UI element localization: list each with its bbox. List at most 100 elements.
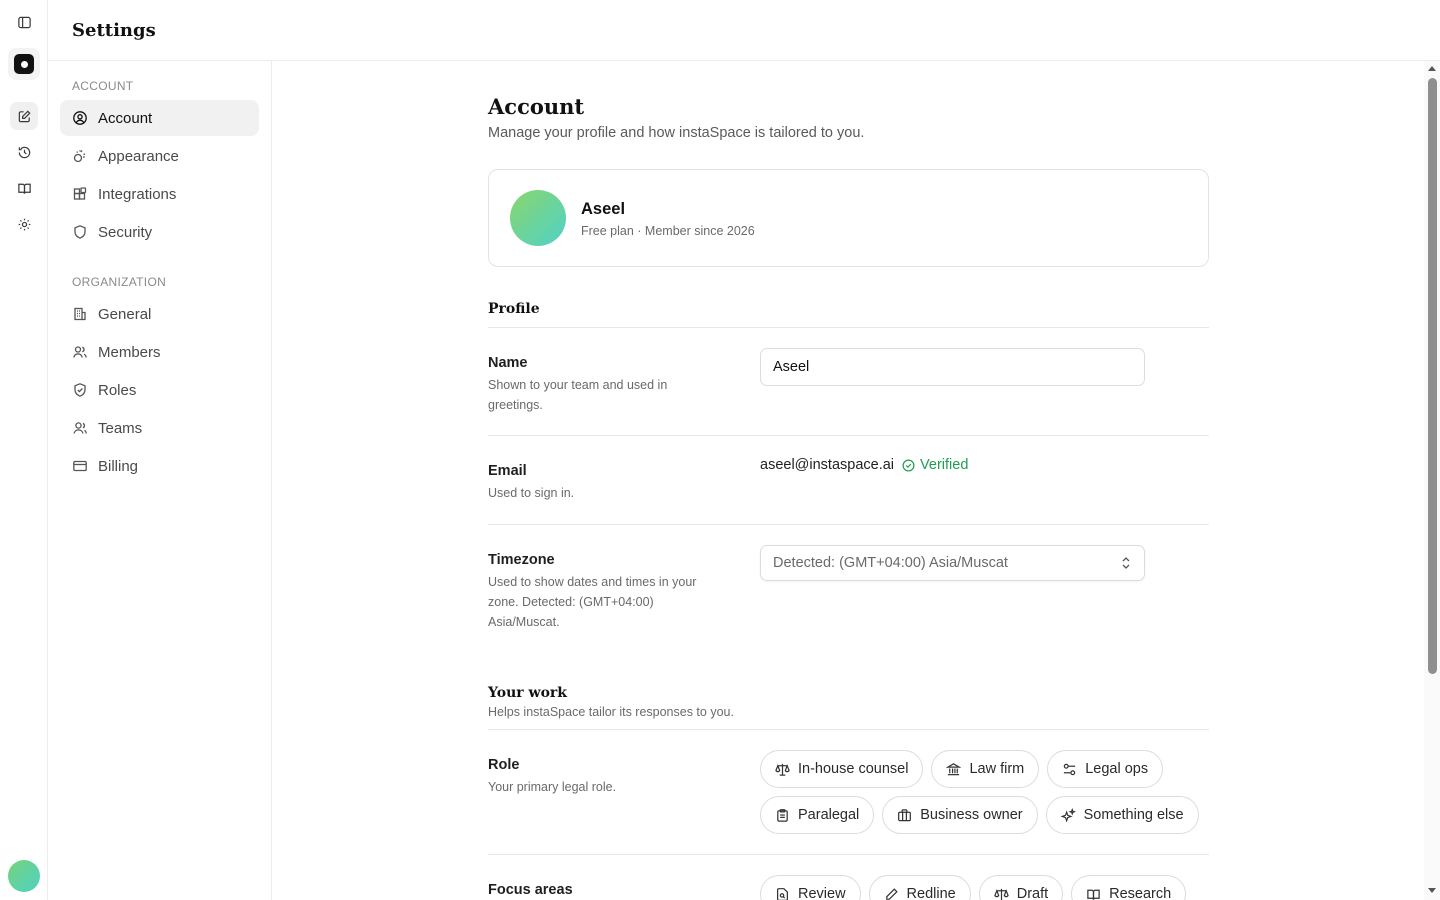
- sidebar-item-security[interactable]: Security: [60, 214, 259, 250]
- pencil-icon: [885, 887, 898, 900]
- settings-gear-icon[interactable]: [10, 210, 38, 238]
- user-avatar[interactable]: [8, 860, 40, 892]
- sidebar-item-label: Roles: [98, 381, 137, 399]
- sidebar-item-label: Teams: [98, 419, 143, 437]
- sidebar-item-teams[interactable]: Teams: [60, 410, 259, 446]
- page-header-title: Settings: [72, 19, 156, 41]
- sidebar-item-label: Security: [98, 223, 153, 241]
- focus-options: Review Redline Draft Research: [760, 875, 1210, 900]
- email-value-row: aseel@instaspace.ai Verified: [760, 457, 968, 473]
- focus-areas-label: Focus areas: [488, 882, 573, 898]
- divider: [488, 327, 1209, 328]
- sidebar-item-label: Members: [98, 343, 161, 361]
- chevron-up-down-icon: [1122, 557, 1130, 569]
- sidebar-item-billing[interactable]: Billing: [60, 448, 259, 484]
- sidebar-item-label: Billing: [98, 457, 139, 475]
- role-option-paralegal[interactable]: Paralegal: [760, 796, 875, 834]
- role-options: In-house counsel Law firm Legal ops Para…: [760, 750, 1210, 834]
- page-title: Account: [488, 94, 585, 119]
- library-book-icon[interactable]: [10, 174, 38, 202]
- name-label: Name: [488, 355, 528, 371]
- timezone-label: Timezone: [488, 552, 555, 568]
- chip-label: In-house counsel: [798, 761, 909, 777]
- focus-option-review[interactable]: Review: [760, 875, 861, 900]
- sidebar-item-general[interactable]: General: [60, 296, 259, 332]
- palette-icon: [73, 150, 86, 163]
- sidebar-item-members[interactable]: Members: [60, 334, 259, 370]
- role-option-in-house-counsel[interactable]: In-house counsel: [760, 750, 924, 788]
- chip-label: Research: [1109, 886, 1172, 900]
- chip-label: Business owner: [920, 807, 1023, 823]
- focus-option-redline[interactable]: Redline: [868, 875, 971, 900]
- settings-sidebar: ACCOUNT Account Appearance Integrations …: [48, 61, 272, 900]
- role-label: Role: [488, 757, 520, 773]
- sidebar-item-account[interactable]: Account: [60, 100, 259, 136]
- scroll-down-arrow-icon[interactable]: [1428, 888, 1436, 893]
- timezone-selected-value: Detected: (GMT+04:00) Asia/Muscat: [773, 555, 1008, 571]
- sidebar-item-label: Integrations: [98, 185, 177, 203]
- sidebar-item-roles[interactable]: Roles: [60, 372, 259, 408]
- role-option-business-owner[interactable]: Business owner: [882, 796, 1038, 834]
- clipboard-icon: [777, 808, 788, 822]
- email-label: Email: [488, 463, 527, 479]
- divider: [488, 854, 1209, 855]
- sidebar-section-organization: ORGANIZATION: [72, 275, 167, 289]
- toggle-sidebar-icon[interactable]: [10, 8, 38, 36]
- building-icon: [74, 307, 86, 321]
- scroll-up-arrow-icon[interactable]: [1428, 66, 1436, 71]
- team-icon: [73, 422, 87, 434]
- chip-label: Law firm: [969, 761, 1025, 777]
- email-help: Used to sign in.: [488, 486, 575, 500]
- scale-icon: [775, 763, 790, 776]
- focus-option-research[interactable]: Research: [1071, 875, 1187, 900]
- bank-icon: [946, 762, 962, 775]
- role-help: Your primary legal role.: [488, 780, 617, 794]
- profile-section-title: Profile: [488, 301, 540, 317]
- page-subtitle: Manage your profile and how instaSpace i…: [488, 125, 865, 141]
- settings-header: Settings: [48, 0, 1440, 61]
- chip-label: Draft: [1016, 886, 1049, 900]
- icon-rail: [0, 0, 48, 900]
- role-option-law-firm[interactable]: Law firm: [931, 750, 1040, 788]
- app-logo[interactable]: [8, 48, 40, 80]
- sidebar-item-integrations[interactable]: Integrations: [60, 176, 259, 212]
- timezone-select[interactable]: Detected: (GMT+04:00) Asia/Muscat: [760, 545, 1145, 581]
- timezone-help: Used to show dates and times in your zon…: [488, 575, 697, 629]
- chip-label: Something else: [1083, 807, 1184, 823]
- email-value: aseel@instaspace.ai: [760, 457, 895, 473]
- sidebar-item-label: General: [98, 305, 152, 323]
- profile-avatar[interactable]: [510, 190, 566, 246]
- role-option-something-else[interactable]: Something else: [1045, 796, 1199, 834]
- work-section-title: Your work: [488, 685, 568, 701]
- name-help: Shown to your team and used in greetings…: [488, 378, 668, 412]
- sparkles-icon: [1060, 807, 1076, 822]
- name-input[interactable]: Aseel: [760, 348, 1145, 386]
- chip-label: Review: [798, 886, 846, 900]
- history-icon[interactable]: [10, 138, 38, 166]
- scrollbar-thumb[interactable]: [1428, 78, 1437, 674]
- user-circle-icon: [73, 111, 87, 125]
- focus-option-draft[interactable]: Draft: [978, 875, 1064, 900]
- profile-card: Aseel Free plan · Member since 2026: [488, 169, 1209, 267]
- profile-name: Aseel: [581, 200, 626, 218]
- scale-icon: [993, 888, 1009, 900]
- sidebar-item-label: Account: [98, 109, 153, 127]
- role-option-legal-ops[interactable]: Legal ops: [1047, 750, 1164, 788]
- verified-badge: Verified: [902, 457, 968, 473]
- divider: [488, 435, 1209, 436]
- users-icon: [73, 346, 87, 358]
- chip-label: Legal ops: [1085, 761, 1149, 777]
- divider: [488, 729, 1209, 730]
- shield-check-icon: [74, 383, 86, 397]
- work-section-description: Helps instaSpace tailor its responses to…: [488, 705, 734, 719]
- profile-plan-meta: Free plan · Member since 2026: [581, 224, 755, 238]
- verified-label: Verified: [920, 457, 969, 473]
- file-search-icon: [777, 887, 788, 900]
- sidebar-section-account: ACCOUNT: [72, 79, 134, 93]
- sliders-icon: [1063, 763, 1076, 775]
- check-circle-icon: [902, 459, 915, 471]
- book-open-icon: [1087, 889, 1100, 900]
- sidebar-item-appearance[interactable]: Appearance: [60, 138, 259, 174]
- sidebar-item-label: Appearance: [98, 147, 179, 165]
- new-chat-icon[interactable]: [10, 102, 38, 130]
